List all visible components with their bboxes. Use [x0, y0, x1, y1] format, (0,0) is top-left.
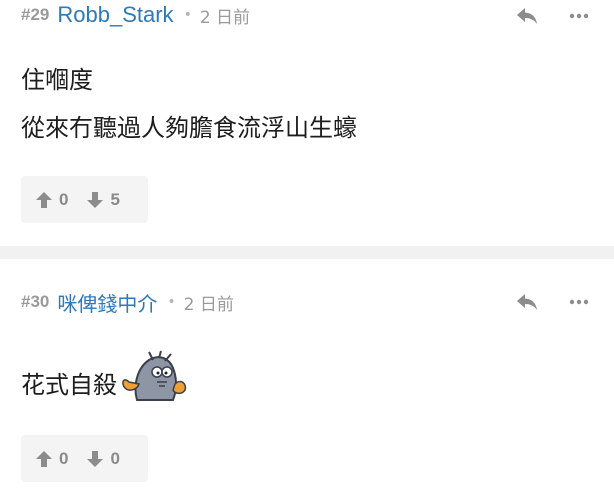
downvote-count: 0: [110, 448, 120, 468]
reply-icon[interactable]: [515, 6, 539, 26]
post-divider: [0, 246, 614, 259]
reply-icon[interactable]: [515, 292, 539, 312]
arrow-up-icon: [36, 450, 52, 467]
post-time: 2 日前: [199, 7, 251, 28]
post-content: 花式自殺: [21, 350, 189, 414]
content-text: 花式自殺: [21, 371, 117, 399]
downvote-count: 5: [110, 189, 120, 209]
upvote-button[interactable]: 0: [35, 190, 68, 210]
vote-bar: 0 0: [21, 435, 148, 482]
more-icon[interactable]: [568, 292, 590, 312]
username-link[interactable]: Robb_Stark: [57, 2, 173, 28]
reply-post: #29 Robb_Stark • 2 日前 住嗰度 從來冇聽過人夠膽食流浮山生蠔…: [0, 0, 614, 246]
post-number: #29: [21, 5, 50, 24]
arrow-up-icon: [36, 191, 52, 208]
content-line: 住嗰度: [21, 66, 93, 94]
separator-dot: •: [183, 7, 192, 23]
downvote-button[interactable]: 0: [86, 448, 120, 469]
arrow-down-icon: [87, 191, 104, 208]
post-number: #30: [21, 292, 50, 311]
seal-emoji: [122, 350, 187, 401]
vote-bar: 0 5: [21, 176, 148, 223]
content-line: 花式自殺: [21, 350, 189, 414]
upvote-count: 0: [59, 189, 69, 209]
post-header: #30 咪俾錢中介 • 2 日前: [21, 287, 234, 317]
separator-dot: •: [167, 294, 176, 310]
username-link[interactable]: 咪俾錢中介: [57, 288, 157, 317]
more-icon[interactable]: [568, 6, 590, 26]
post-header: #29 Robb_Stark • 2 日前: [21, 0, 250, 30]
upvote-button[interactable]: 0: [35, 449, 68, 469]
downvote-button[interactable]: 5: [86, 189, 120, 210]
content-line: 從來冇聽過人夠膽食流浮山生蠔: [21, 114, 357, 142]
post-time: 2 日前: [183, 294, 234, 315]
upvote-count: 0: [59, 448, 69, 468]
arrow-down-icon: [87, 450, 104, 467]
post-content: 住嗰度 從來冇聽過人夠膽食流浮山生蠔: [21, 56, 357, 152]
